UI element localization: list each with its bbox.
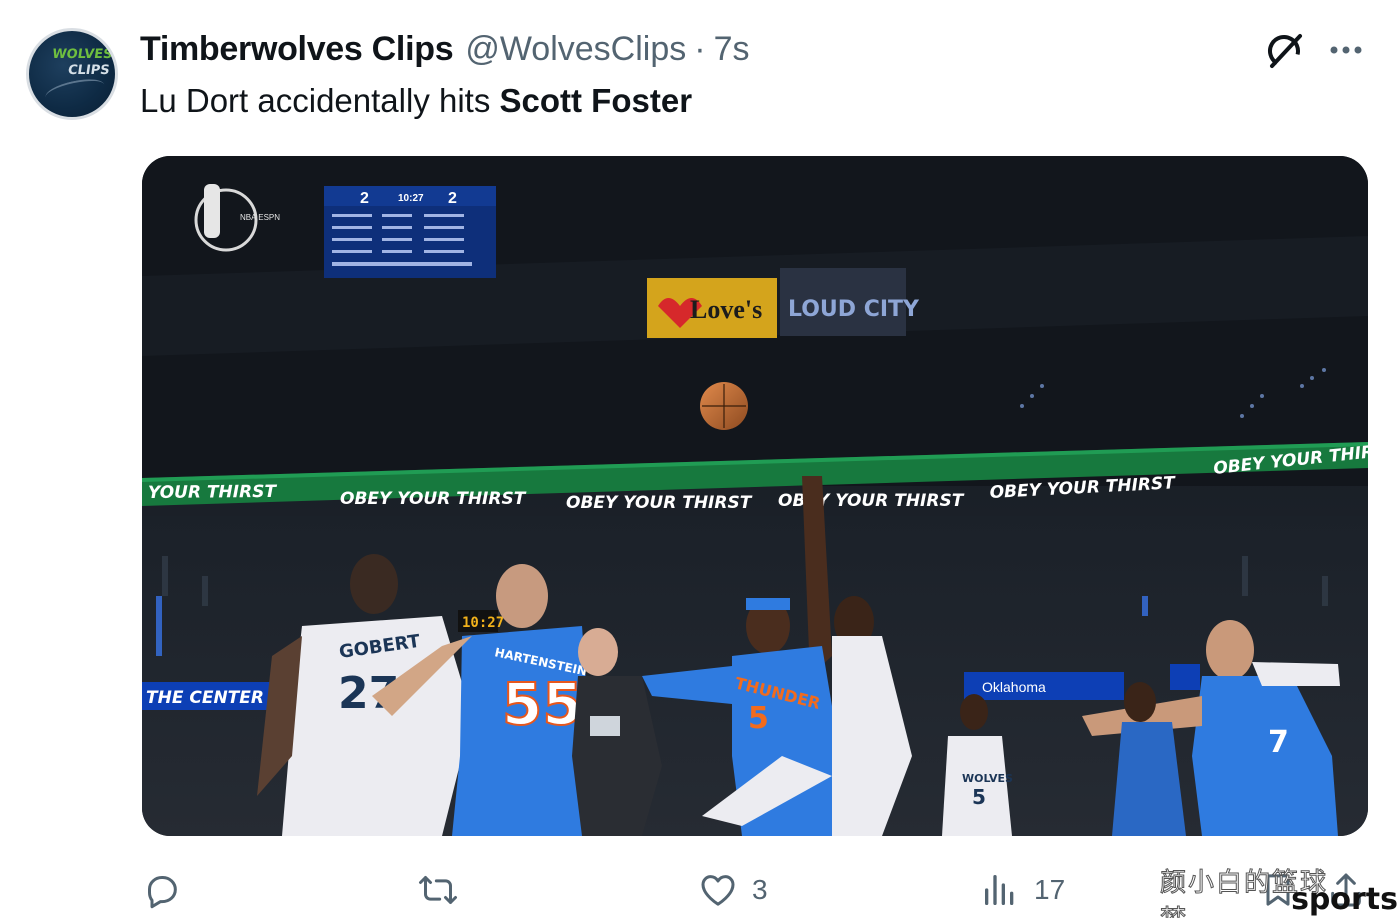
scoreboard-clock: 10:27	[398, 193, 424, 204]
dort-jersey-number: 5	[748, 701, 769, 736]
tweet-text-prefix: Lu Dort accidentally hits	[140, 82, 500, 119]
repost-icon	[419, 876, 457, 904]
loves-sign-text: Love's	[690, 295, 762, 324]
wolves-5-jersey-text: WOLVES	[962, 772, 1013, 785]
like-count: 3	[752, 874, 768, 905]
tweet-text-bold: Scott Foster	[499, 82, 693, 119]
tweet-text: Lu Dort accidentally hits Scott Foster	[140, 82, 692, 120]
loud-city-sign-text: LOUD CITY	[788, 297, 920, 322]
home-score: 2	[360, 190, 369, 207]
tweet-media-image[interactable]: NBA ESPN 2 10:27 2 Love's LOUD CITY YOUR…	[142, 156, 1368, 836]
views-button[interactable]: 17	[980, 870, 1065, 910]
more-icon[interactable]	[1326, 38, 1366, 62]
arena-sign: Love's LOUD CITY	[647, 268, 920, 338]
reply-icon	[148, 876, 177, 909]
views-icon	[985, 875, 1014, 905]
timestamp[interactable]: 7s	[714, 30, 750, 69]
like-button[interactable]: 3	[698, 870, 768, 910]
watermark-brand: sports	[1291, 881, 1398, 917]
avatar-logo: WOLVES CLIPS	[49, 47, 114, 79]
avatar[interactable]: WOLVES CLIPS	[26, 28, 118, 120]
right-led-board: Oklahoma	[982, 679, 1046, 695]
banner-text-1: OBEY YOUR THIRST	[340, 489, 527, 509]
network-logo-text: NBA ESPN	[240, 213, 280, 222]
wolves-5-jersey-number: 5	[972, 785, 986, 809]
avatar-logo-line1: WOLVES	[51, 47, 114, 62]
shot-clock: 10:27	[462, 615, 504, 631]
repost-button[interactable]	[418, 870, 458, 910]
avatar-signature	[43, 74, 107, 108]
tweet-header: Timberwolves Clips @WolvesClips · 7s	[140, 30, 750, 70]
watermark: 颜小白的篮球梦 sports	[1159, 862, 1398, 918]
banner-left-text: YOUR THIRST	[148, 482, 278, 503]
thunder-7-jersey-number: 7	[1268, 725, 1289, 760]
avatar-logo-line2: CLIPS	[66, 63, 111, 78]
grok-icon[interactable]	[1264, 30, 1308, 70]
hartenstein-jersey-number: 55	[502, 670, 583, 738]
banner-text-2: OBEY YOUR THIRST	[566, 493, 753, 513]
scoreboard: 2 10:27 2	[324, 186, 496, 278]
heart-icon	[701, 875, 735, 906]
user-handle[interactable]: @WolvesClips	[465, 30, 686, 69]
reply-button[interactable]	[142, 870, 182, 910]
views-count: 17	[1034, 874, 1066, 905]
display-name[interactable]: Timberwolves Clips	[140, 30, 454, 69]
separator-dot: ·	[694, 30, 706, 68]
away-score: 2	[448, 190, 457, 207]
